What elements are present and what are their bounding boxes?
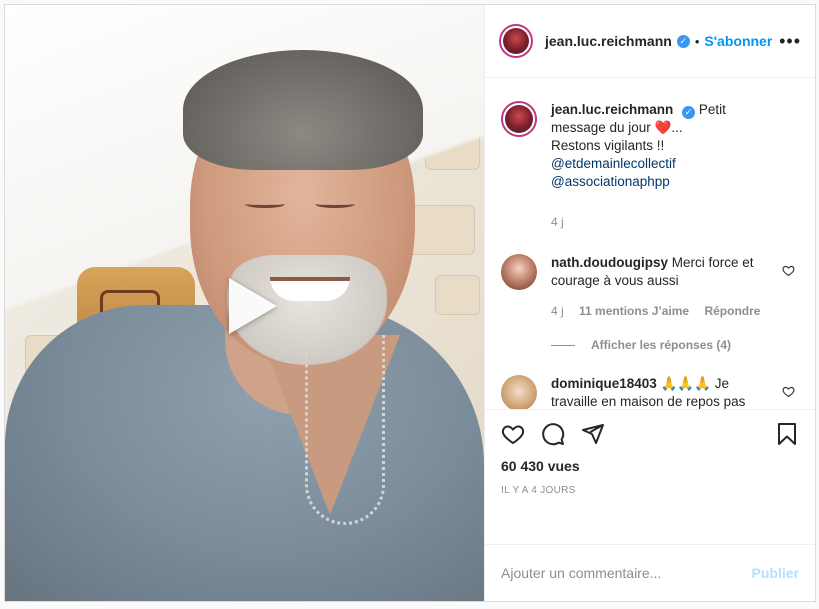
- save-bookmark-icon[interactable]: [775, 422, 799, 446]
- comment-time: 4 j: [551, 304, 564, 318]
- necklace-chain: [305, 335, 385, 525]
- like-comment-heart-icon[interactable]: [782, 264, 795, 277]
- person-eye: [245, 200, 285, 208]
- commenter-avatar[interactable]: [501, 254, 537, 290]
- comment-emoji: 🙏🙏🙏: [660, 376, 711, 391]
- video-player[interactable]: [5, 5, 484, 601]
- action-icons-row: [501, 420, 799, 448]
- follow-button[interactable]: S'abonner: [704, 33, 772, 49]
- post-modal: jean.luc.reichmann ✓ • S'abonner ••• jea…: [4, 4, 816, 602]
- more-options-icon[interactable]: •••: [779, 31, 801, 52]
- view-count[interactable]: 60 430 vues: [501, 458, 799, 474]
- comment-item: nath.doudougipsy Merci force et courage …: [501, 254, 799, 320]
- replies-divider-line: [551, 344, 575, 346]
- caption: jean.luc.reichmann ✓ Petit message du jo…: [501, 101, 799, 231]
- verified-badge-icon: ✓: [676, 34, 690, 48]
- comments-list[interactable]: jean.luc.reichmann ✓ Petit message du jo…: [485, 78, 815, 409]
- share-direct-icon[interactable]: [581, 422, 605, 446]
- author-avatar[interactable]: [499, 24, 533, 58]
- comment-username[interactable]: nath.doudougipsy: [551, 255, 668, 270]
- heart-emoji-icon: ❤️: [654, 120, 672, 135]
- caption-author-avatar[interactable]: [501, 101, 537, 137]
- comment-username[interactable]: dominique18403: [551, 376, 657, 391]
- like-heart-icon[interactable]: [501, 422, 525, 446]
- person-hair: [183, 50, 423, 170]
- commenter-avatar[interactable]: [501, 375, 537, 409]
- separator-dot: •: [694, 33, 700, 49]
- post-actions: 60 430 vues IL Y A 4 JOURS: [485, 409, 815, 544]
- view-replies-label: Afficher les réponses (4): [591, 338, 732, 352]
- post-time-ago: IL Y A 4 JOURS: [501, 485, 576, 496]
- person-eye: [315, 200, 355, 208]
- post-side-panel: jean.luc.reichmann ✓ • S'abonner ••• jea…: [484, 5, 815, 601]
- caption-ellipsis: ...: [671, 120, 683, 135]
- reply-button[interactable]: Répondre: [704, 304, 760, 318]
- comment-bubble-icon[interactable]: [541, 422, 565, 446]
- mention-link[interactable]: @etdemainlecollectif: [551, 156, 676, 171]
- author-username[interactable]: jean.luc.reichmann: [545, 33, 672, 49]
- verified-badge-icon: ✓: [682, 106, 696, 119]
- publish-button[interactable]: Publier: [752, 565, 799, 581]
- mention-link[interactable]: @associationaphpp: [551, 174, 670, 189]
- play-icon: [229, 278, 277, 334]
- comment-item: dominique18403 🙏🙏🙏 Je travaille en maiso…: [501, 375, 799, 409]
- play-button[interactable]: [219, 274, 283, 338]
- comment-likes-link[interactable]: 11 mentions J’aime: [579, 304, 689, 318]
- caption-text-line: Restons vigilants !!: [551, 138, 665, 153]
- comment-input[interactable]: [501, 565, 752, 581]
- like-comment-heart-icon[interactable]: [782, 385, 795, 398]
- post-header: jean.luc.reichmann ✓ • S'abonner •••: [485, 5, 815, 78]
- caption-time: 4 j: [551, 215, 564, 229]
- caption-username[interactable]: jean.luc.reichmann: [551, 102, 673, 117]
- comment-meta: 4 j 11 mentions J’aime Répondre: [551, 302, 771, 320]
- view-replies-button[interactable]: Afficher les réponses (4): [551, 338, 799, 352]
- add-comment-bar: Publier: [485, 544, 815, 601]
